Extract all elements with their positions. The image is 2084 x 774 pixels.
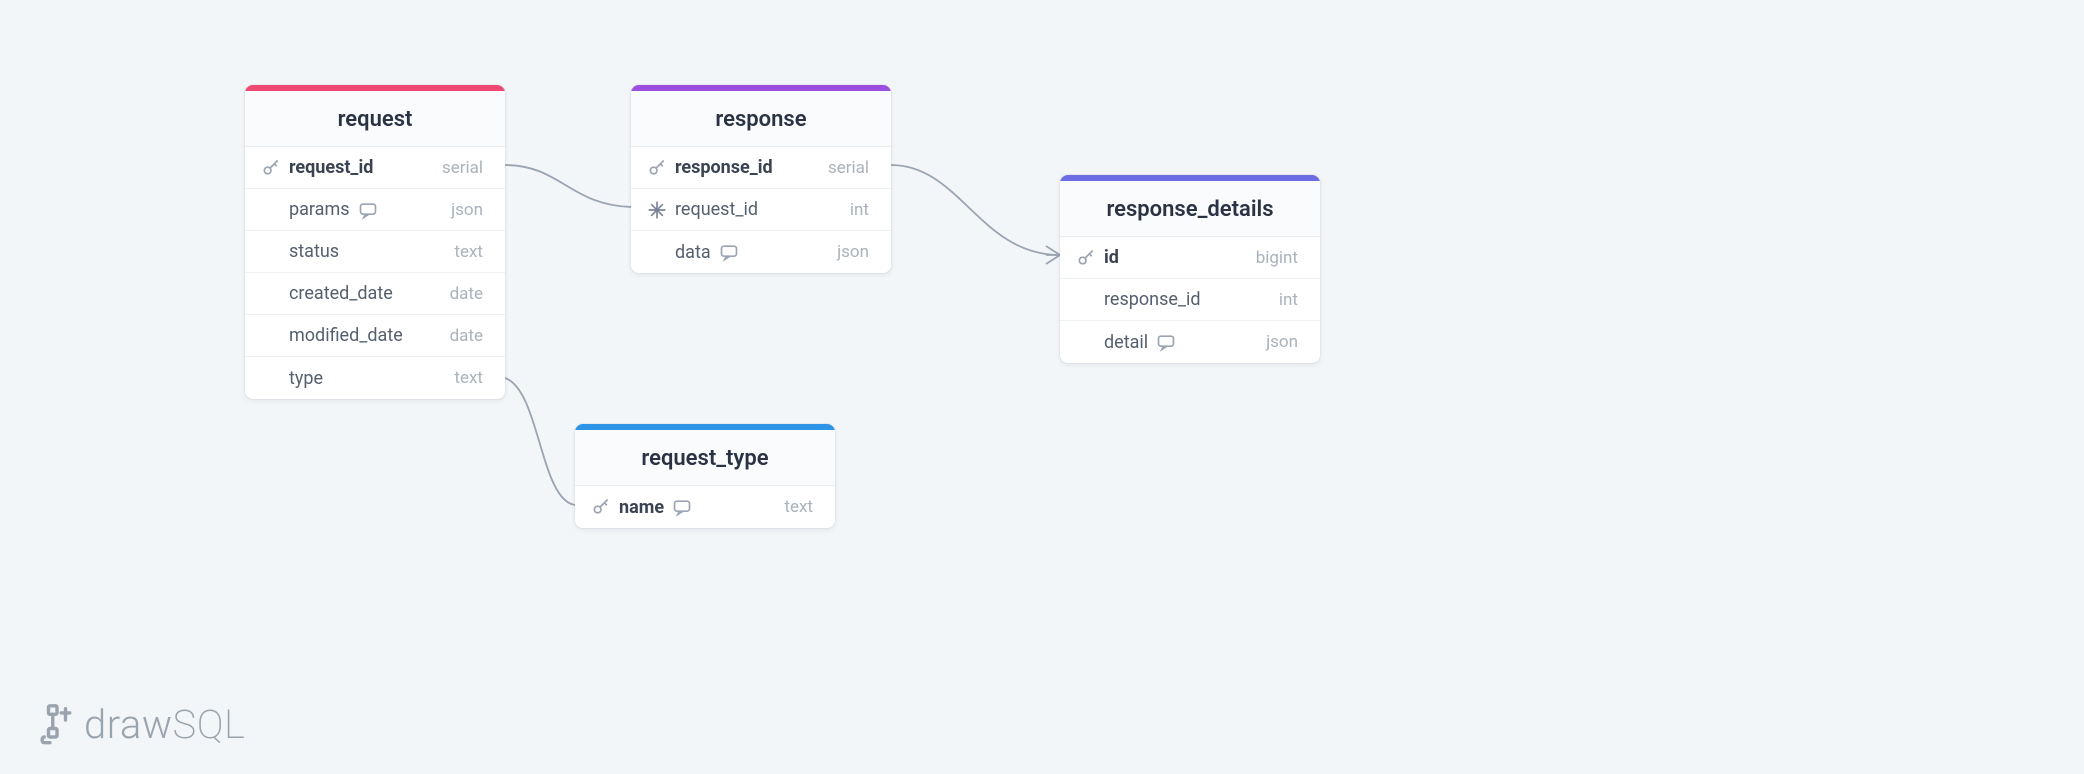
column-type: json (451, 200, 483, 220)
column-name: created_date (289, 283, 393, 304)
key-icon (591, 497, 611, 517)
column-type: int (1279, 290, 1298, 310)
icon-spacer (261, 284, 281, 304)
column-name: response_id (1104, 289, 1201, 310)
key-icon (261, 158, 281, 178)
icon-spacer (1076, 332, 1096, 352)
key-icon (1076, 248, 1096, 268)
comment-icon (672, 497, 692, 517)
comment-icon (719, 242, 739, 262)
column-name: status (289, 241, 339, 262)
column-row[interactable]: request_id serial (245, 147, 505, 189)
column-name: response_id (675, 157, 773, 178)
column-type: text (454, 242, 483, 262)
column-name: data (675, 242, 711, 263)
logo-mark-icon (40, 704, 74, 746)
column-type: date (450, 284, 483, 304)
column-name: request_id (675, 199, 758, 220)
key-icon (647, 158, 667, 178)
column-row[interactable]: name text (575, 486, 835, 528)
column-type: json (1266, 332, 1298, 352)
logo-text-sql: SQL (173, 701, 246, 748)
table-title: response_details (1060, 181, 1320, 237)
icon-spacer (261, 326, 281, 346)
column-type: date (450, 326, 483, 346)
column-name: params (289, 199, 350, 220)
icon-spacer (261, 242, 281, 262)
column-row[interactable]: detail json (1060, 321, 1320, 363)
column-name: type (289, 368, 323, 389)
column-row[interactable]: modified_date date (245, 315, 505, 357)
column-row[interactable]: status text (245, 231, 505, 273)
table-title: request (245, 91, 505, 147)
column-name: name (619, 497, 664, 518)
column-type: int (850, 200, 869, 220)
column-name: id (1104, 247, 1119, 268)
column-row[interactable]: created_date date (245, 273, 505, 315)
column-row[interactable]: type text (245, 357, 505, 399)
column-type: text (454, 368, 483, 388)
table-request[interactable]: request request_id serial params json st… (245, 85, 505, 399)
column-type: serial (442, 158, 483, 178)
table-response-details[interactable]: response_details id bigint response_id i… (1060, 175, 1320, 363)
column-type: json (837, 242, 869, 262)
column-row[interactable]: data json (631, 231, 891, 273)
column-type: text (784, 497, 813, 517)
table-title: response (631, 91, 891, 147)
snowflake-icon (647, 200, 667, 220)
column-row[interactable]: params json (245, 189, 505, 231)
column-name: modified_date (289, 325, 403, 346)
column-type: bigint (1256, 248, 1298, 268)
table-response[interactable]: response response_id serial request_id i… (631, 85, 891, 273)
column-row[interactable]: response_id serial (631, 147, 891, 189)
icon-spacer (261, 368, 281, 388)
logo-text-draw: draw (84, 701, 173, 748)
column-row[interactable]: id bigint (1060, 237, 1320, 279)
column-row[interactable]: response_id int (1060, 279, 1320, 321)
column-type: serial (828, 158, 869, 178)
comment-icon (358, 200, 378, 220)
table-request-type[interactable]: request_type name text (575, 424, 835, 528)
icon-spacer (261, 200, 281, 220)
drawsql-logo: drawSQL (40, 701, 245, 748)
column-name: request_id (289, 157, 373, 178)
icon-spacer (1076, 290, 1096, 310)
table-title: request_type (575, 430, 835, 486)
comment-icon (1156, 332, 1176, 352)
column-name: detail (1104, 332, 1148, 353)
column-row[interactable]: request_id int (631, 189, 891, 231)
icon-spacer (647, 242, 667, 262)
diagram-canvas[interactable]: request request_id serial params json st… (0, 0, 2084, 774)
